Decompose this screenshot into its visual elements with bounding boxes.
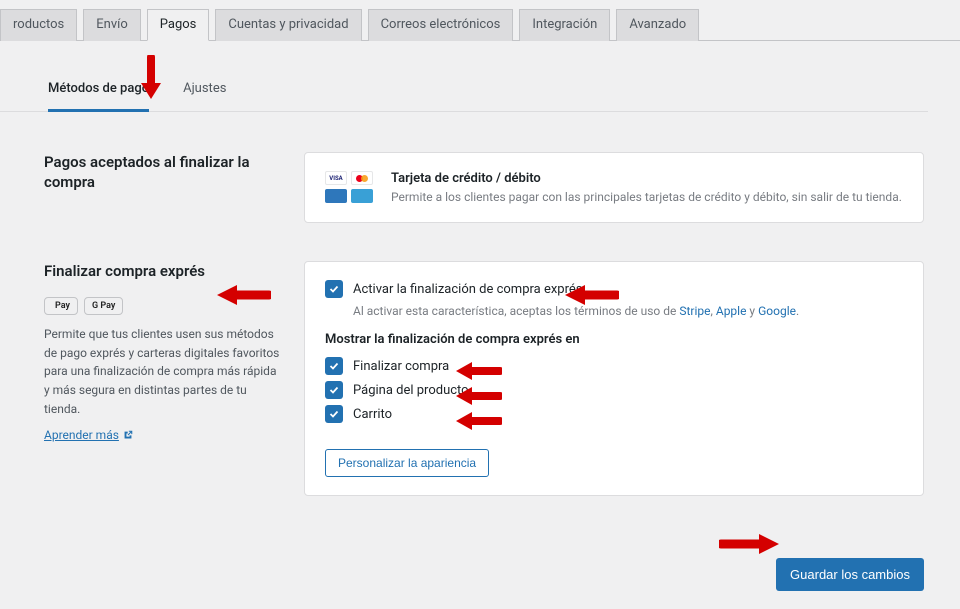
save-row: Guardar los cambios [0,554,960,609]
location-cart-label: Carrito [353,407,392,422]
location-product-label: Página del producto [353,383,469,398]
location-checkout-checkbox[interactable] [325,357,343,375]
settings-content: Pagos aceptados al finalizar la compra V… [0,112,960,554]
apple-pay-icon: Pay [44,297,78,315]
tab-avanzado[interactable]: Avanzado [616,9,699,41]
terms-link-stripe[interactable]: Stripe [679,304,710,318]
tab-integracion[interactable]: Integración [519,9,610,41]
location-checkout-label: Finalizar compra [353,359,449,374]
card-brand-logos: VISA [325,171,373,203]
express-checkout-title: Finalizar compra exprés [44,261,284,281]
tab-productos[interactable]: roductos [0,9,77,41]
cb-icon [351,189,373,203]
terms-link-google[interactable]: Google [758,304,796,318]
google-pay-icon: G Pay [84,297,123,315]
accepted-payments-title: Pagos aceptados al finalizar la compra [44,152,284,193]
customize-appearance-button[interactable]: Personalizar la apariencia [325,449,489,477]
external-link-icon [123,430,133,440]
enable-express-row: Activar la finalización de compra exprés [325,280,903,298]
mastercard-icon [351,171,373,185]
enable-express-checkbox[interactable] [325,280,343,298]
section-express-checkout: Finalizar compra exprés Pay G Pay Permit… [44,261,924,496]
learn-more-link[interactable]: Aprender más [44,428,133,442]
express-checkout-panel: Activar la finalización de compra exprés… [304,261,924,496]
location-product-row: Página del producto [325,381,903,399]
subtab-metodos-de-pago[interactable]: Métodos de pago [48,81,149,112]
express-wallet-badges: Pay G Pay [44,297,284,315]
section-accepted-payments: Pagos aceptados al finalizar la compra V… [44,152,924,223]
credit-debit-card-title: Tarjeta de crédito / débito [391,171,902,186]
tab-pagos[interactable]: Pagos [147,9,210,41]
enable-express-label: Activar la finalización de compra exprés [353,282,583,297]
express-terms-note: Al activar esta característica, aceptas … [353,304,903,318]
location-cart-checkbox[interactable] [325,405,343,423]
terms-link-apple[interactable]: Apple [716,304,747,318]
tab-envio[interactable]: Envío [83,9,141,41]
tab-cuentas-privacidad[interactable]: Cuentas y privacidad [215,9,361,41]
visa-icon: VISA [325,171,347,185]
credit-debit-card-desc: Permite a los clientes pagar con las pri… [391,190,902,204]
amex-icon [325,189,347,203]
location-cart-row: Carrito [325,405,903,423]
settings-tabs: roductos Envío Pagos Cuentas y privacida… [0,0,960,41]
payment-sub-tabs: Métodos de pago Ajustes [0,41,928,112]
accepted-payments-panel: VISA Tarjeta de crédito / débito Permite… [304,152,924,223]
express-checkout-desc: Permite que tus clientes usen sus método… [44,325,284,418]
show-express-heading: Mostrar la finalización de compra exprés… [325,332,903,347]
location-product-checkbox[interactable] [325,381,343,399]
save-changes-button[interactable]: Guardar los cambios [776,558,924,591]
location-checkout-row: Finalizar compra [325,357,903,375]
tab-correos[interactable]: Correos electrónicos [368,9,514,41]
subtab-ajustes[interactable]: Ajustes [183,81,226,112]
